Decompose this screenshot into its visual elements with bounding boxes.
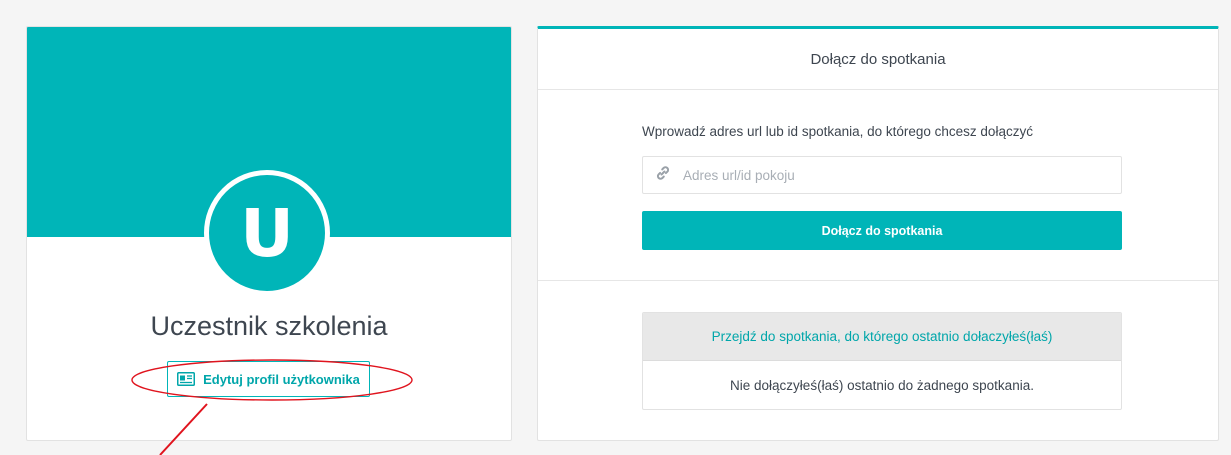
room-url-input[interactable] <box>681 157 1121 193</box>
profile-name: Uczestnik szkolenia <box>150 311 388 341</box>
avatar: U <box>204 170 330 296</box>
recent-empty-message: Nie dołączyłeś(łaś) ostatnio do żadnego … <box>730 377 1034 393</box>
join-meeting-card: Dołącz do spotkania Wprowadź adres url l… <box>537 26 1219 441</box>
room-input-wrapper <box>642 156 1122 194</box>
profile-card: U Uczestnik szkolenia Edytuj profil użyt… <box>26 26 512 441</box>
join-card-title: Dołącz do spotkania <box>538 29 1218 90</box>
recent-meeting-box: Przejdź do spotkania, do którego ostatni… <box>642 312 1122 410</box>
edit-profile-label: Edytuj profil użytkownika <box>203 371 360 387</box>
join-form: Wprowadź adres url lub id spotkania, do … <box>538 90 1218 281</box>
recent-meeting-link[interactable]: Przejdź do spotkania, do którego ostatni… <box>643 313 1121 361</box>
join-meeting-button[interactable]: Dołącz do spotkania <box>642 211 1122 250</box>
edit-profile-button[interactable]: Edytuj profil użytkownika <box>167 361 370 397</box>
join-prompt: Wprowadź adres url lub id spotkania, do … <box>642 124 1033 139</box>
link-icon <box>655 165 671 186</box>
avatar-letter: U <box>240 194 294 272</box>
id-card-icon <box>177 372 196 386</box>
page: U Uczestnik szkolenia Edytuj profil użyt… <box>0 0 1231 455</box>
